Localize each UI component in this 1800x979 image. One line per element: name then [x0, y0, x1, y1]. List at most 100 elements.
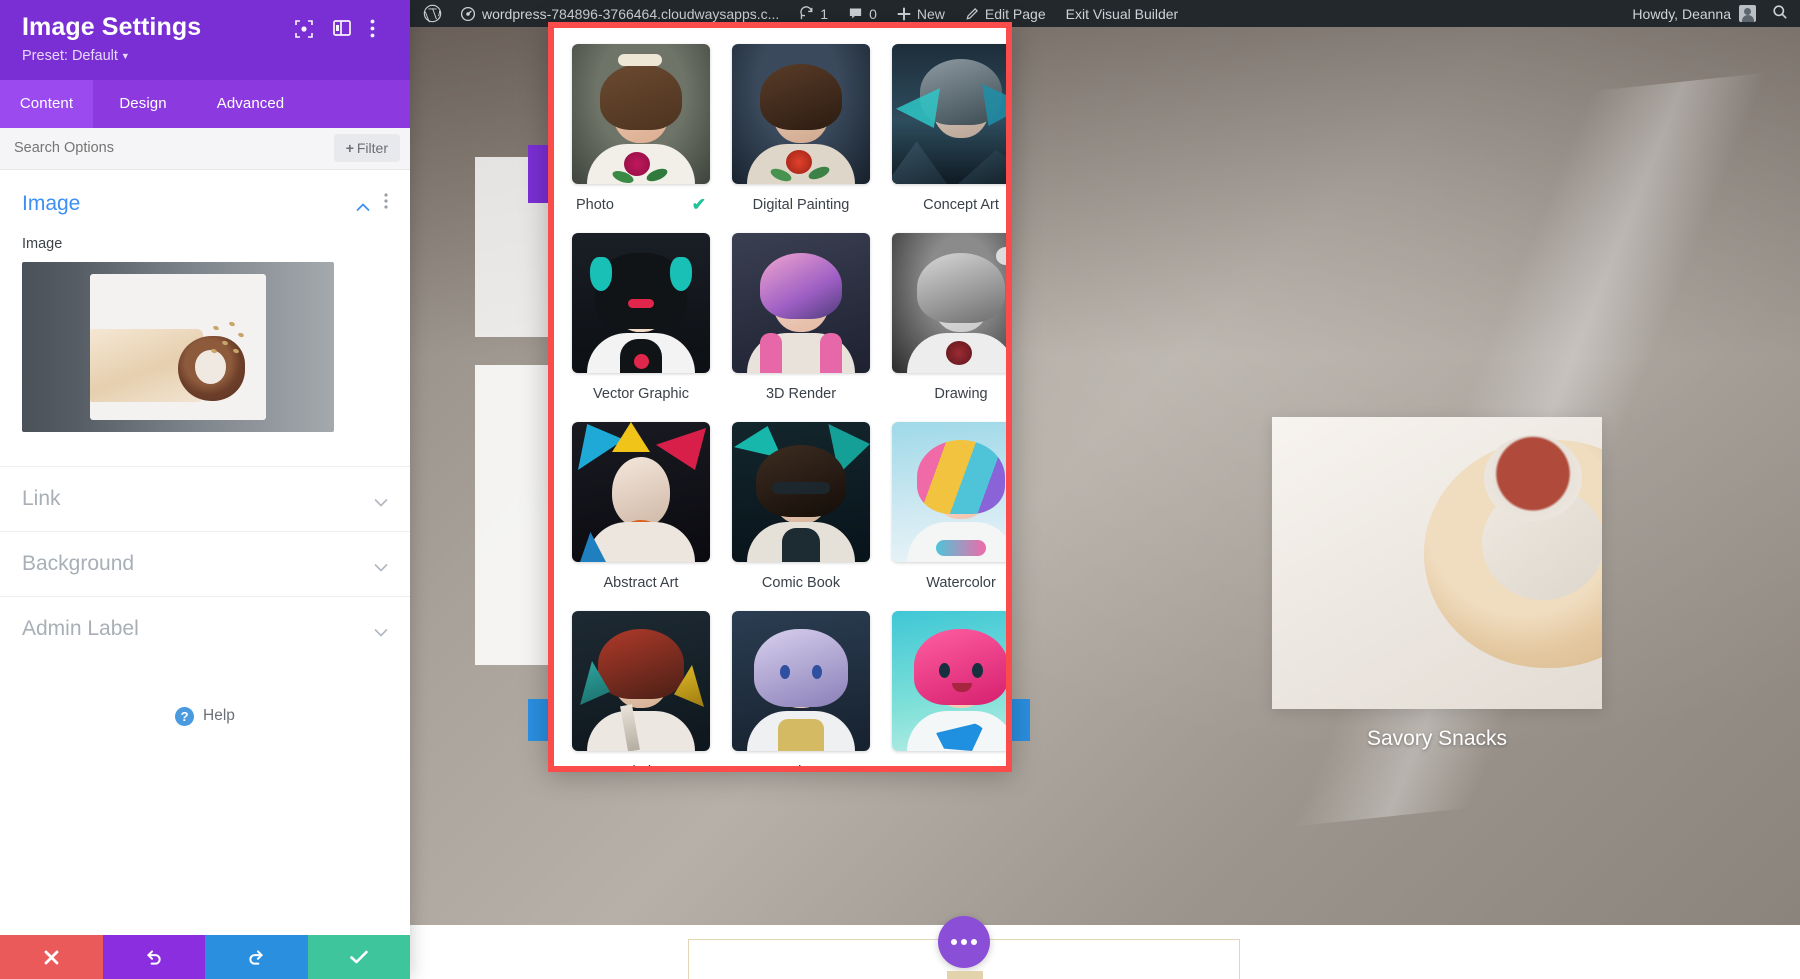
style-label: Anime: [780, 764, 821, 766]
target-icon[interactable]: [294, 19, 314, 39]
builder-settings-fab[interactable]: [938, 916, 990, 968]
dashboard-icon: [460, 6, 476, 21]
style-option-painting[interactable]: Painting: [572, 611, 710, 766]
redo-button[interactable]: [205, 935, 308, 979]
tab-advanced[interactable]: Advanced: [193, 80, 308, 128]
preset-label: Preset: Default: [22, 47, 118, 64]
style-option-digital-painting[interactable]: Digital Painting: [732, 44, 870, 226]
section-title-image[interactable]: Image: [22, 192, 80, 216]
close-icon: [44, 950, 59, 964]
image-upload-preview[interactable]: [22, 261, 334, 432]
panel-body: Image Image Link Background Admin Label …: [0, 169, 410, 935]
style-thumbnail: [732, 44, 870, 184]
style-option-photo[interactable]: Photo ✔: [572, 44, 710, 226]
pretzel-shape: [178, 336, 245, 401]
dip-cup-photo: [1484, 434, 1583, 521]
check-icon: [349, 950, 368, 964]
question-mark-icon: ?: [175, 706, 195, 726]
section-title-link: Link: [22, 486, 61, 510]
style-grid: Photo ✔ Digital Painting Concept Art Vec…: [572, 44, 1006, 766]
style-label: Photo: [576, 197, 614, 213]
image-thumbnail: [90, 273, 266, 420]
style-option-concept-art[interactable]: Concept Art: [892, 44, 1006, 226]
layout-icon[interactable]: [332, 19, 352, 39]
section-image: Image Image: [0, 170, 410, 442]
image-style-picker-modal: Photo ✔ Digital Painting Concept Art Vec…: [548, 22, 1012, 772]
section-title-admin-label: Admin Label: [22, 616, 139, 640]
howdy-label[interactable]: Howdy, Deanna: [1632, 6, 1731, 22]
style-label: 3D Render: [765, 386, 837, 402]
edit-page-label: Edit Page: [984, 5, 1046, 22]
snack-image-card: [1272, 417, 1602, 709]
search-icon[interactable]: [1772, 4, 1788, 23]
plus-icon: [897, 7, 911, 20]
site-title: wordpress-784896-3766464.cloudwaysapps.c…: [482, 5, 780, 22]
chevron-down-icon: [374, 624, 388, 637]
help-button[interactable]: ? Help: [0, 706, 410, 726]
panel-header: Image Settings Preset: Default ▼: [0, 0, 410, 80]
style-label: Vector Graphic: [593, 386, 689, 402]
style-thumbnail: [892, 422, 1006, 562]
tab-content[interactable]: Content: [0, 79, 93, 128]
style-label: Watercolor: [926, 575, 996, 591]
check-icon: ✔: [691, 195, 706, 214]
more-vertical-icon[interactable]: [370, 19, 390, 39]
style-option-cartoon[interactable]: Cartoon: [892, 611, 1006, 766]
chevron-down-icon: [374, 559, 388, 572]
style-label: Abstract Art: [603, 575, 679, 591]
style-option-drawing[interactable]: Drawing: [892, 233, 1006, 415]
style-label: Concept Art: [923, 197, 999, 213]
panel-footer: [0, 935, 410, 979]
chevron-down-icon: ▼: [120, 50, 130, 61]
style-thumbnail: [572, 611, 710, 751]
image-settings-panel: Image Settings Preset: Default ▼ Content…: [0, 0, 410, 979]
search-input[interactable]: [14, 140, 334, 156]
style-thumbnail: [572, 44, 710, 184]
page-title: Image Settings: [22, 13, 202, 41]
save-button[interactable]: [307, 935, 410, 979]
style-label: Painting: [615, 764, 667, 766]
chevron-up-icon[interactable]: [356, 199, 370, 212]
panel-tabs: Content Design Advanced: [0, 79, 410, 128]
exit-visual-builder-link[interactable]: Exit Visual Builder: [1056, 0, 1189, 27]
section-link[interactable]: Link: [0, 465, 410, 531]
updates-count: 1: [820, 5, 829, 22]
image-field-label: Image: [22, 235, 63, 252]
tab-design[interactable]: Design: [93, 80, 193, 128]
redo-icon: [249, 949, 263, 965]
wordpress-logo-icon[interactable]: [410, 0, 450, 27]
style-label: Comic Book: [761, 575, 841, 591]
app-root: Image Settings Preset: Default ▼ Content…: [0, 0, 1800, 979]
cancel-button[interactable]: [0, 935, 103, 979]
avatar[interactable]: [1739, 5, 1756, 22]
style-thumbnail: [892, 611, 1006, 751]
section-title-background: Background: [22, 551, 135, 575]
filter-button[interactable]: + Filter: [333, 134, 400, 162]
panel-header-icons: [294, 14, 390, 39]
preset-selector[interactable]: Preset: Default ▼: [22, 48, 390, 64]
style-option-3d-render[interactable]: 3D Render: [732, 233, 870, 415]
new-label: New: [916, 5, 945, 22]
style-thumbnail: [732, 233, 870, 373]
undo-icon: [147, 949, 161, 965]
section-background[interactable]: Background: [0, 530, 410, 596]
undo-button[interactable]: [102, 935, 205, 979]
dot-icon: [971, 939, 977, 945]
style-option-comic-book[interactable]: Comic Book: [732, 422, 870, 604]
section-admin-label[interactable]: Admin Label: [0, 595, 410, 661]
style-option-anime[interactable]: Anime: [732, 611, 870, 766]
style-option-abstract-art[interactable]: Abstract Art: [572, 422, 710, 604]
style-grid-container: Photo ✔ Digital Painting Concept Art Vec…: [554, 28, 1006, 766]
style-label: Digital Painting: [752, 197, 850, 213]
style-option-watercolor[interactable]: Watercolor: [892, 422, 1006, 604]
dot-icon: [951, 939, 957, 945]
style-thumbnail: [732, 611, 870, 751]
pencil-icon: [966, 7, 978, 20]
style-option-vector-graphic[interactable]: Vector Graphic: [572, 233, 710, 415]
style-thumbnail: [572, 233, 710, 373]
section-more-icon[interactable]: [384, 193, 388, 214]
style-thumbnail: [892, 233, 1006, 373]
style-thumbnail: [572, 422, 710, 562]
plus-icon: +: [345, 140, 354, 156]
style-thumbnail: [892, 44, 1006, 184]
